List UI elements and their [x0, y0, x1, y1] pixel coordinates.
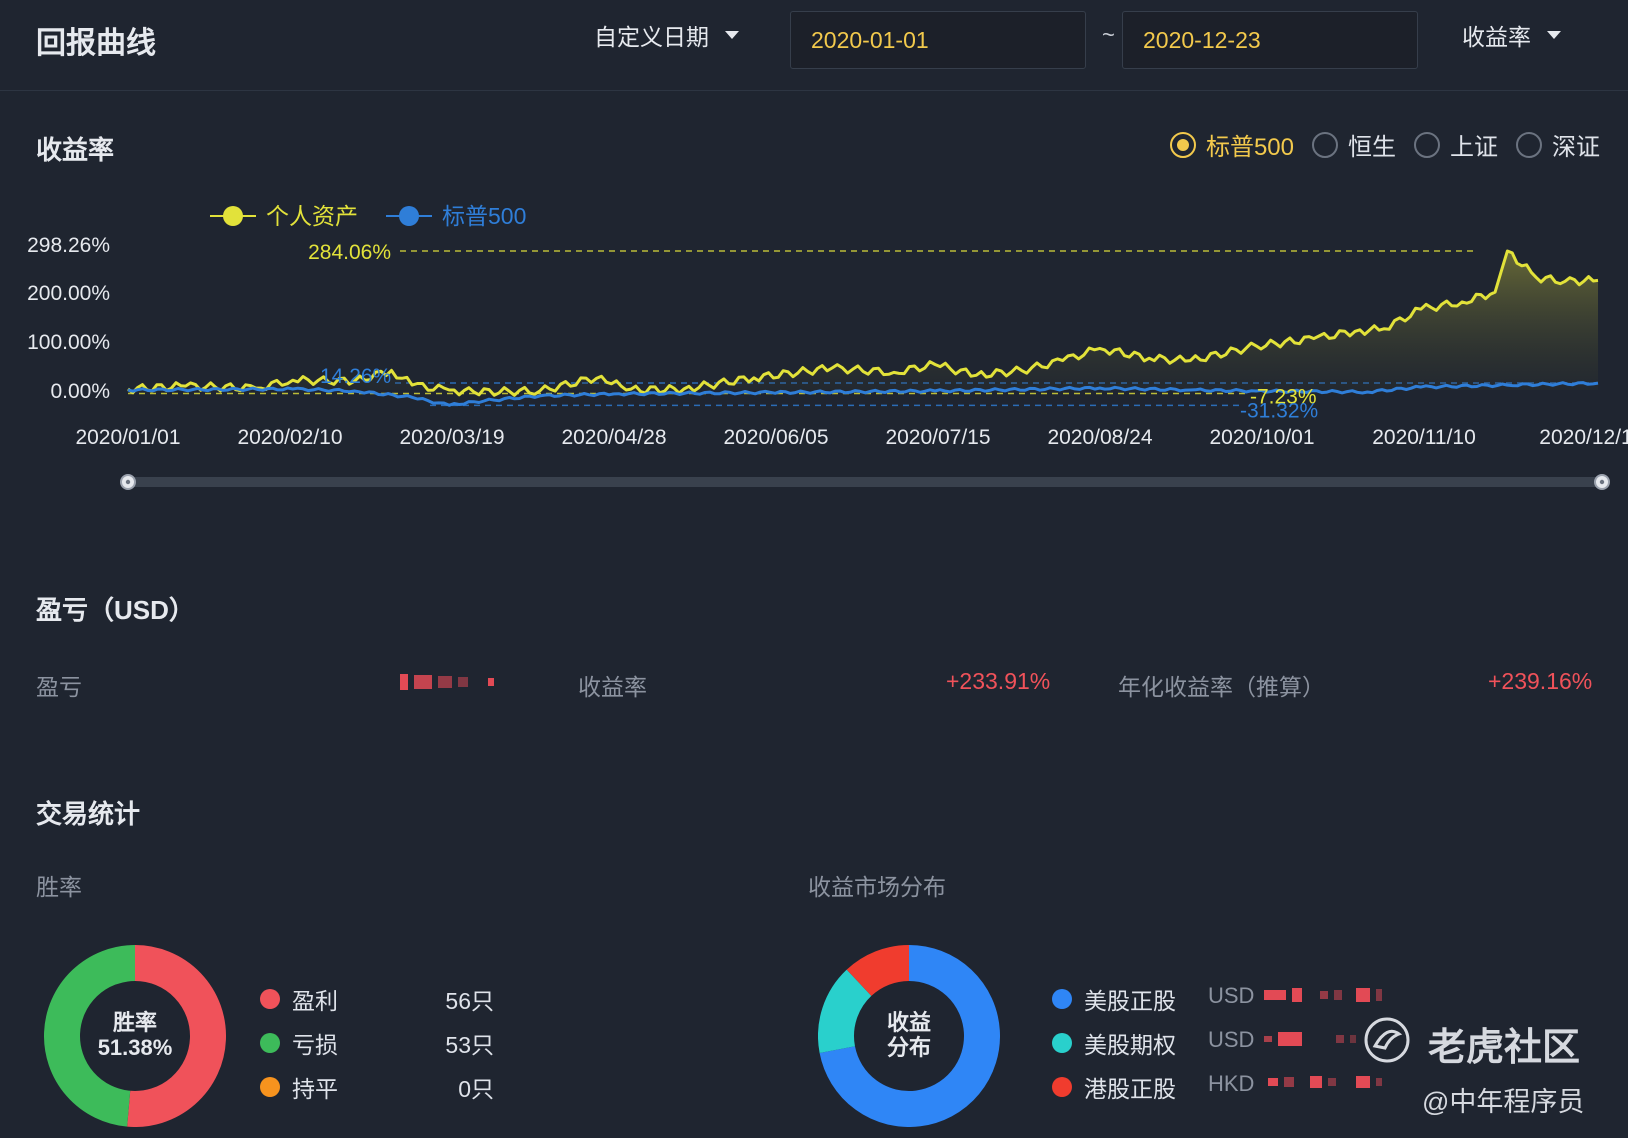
market-center: 收益 分布 [854, 1010, 964, 1060]
legend-label: 亏损 [292, 1032, 338, 1058]
top-bar: 回报曲线 自定义日期 ~ 收益率 [0, 0, 1628, 91]
loss-dot-icon [260, 1033, 280, 1053]
us-stock-currency: USD [1208, 983, 1255, 1008]
chevron-down-icon [725, 31, 739, 39]
annualized-return-label: 年化收益率（推算） [1118, 674, 1325, 700]
radio-label: 深证 [1552, 134, 1600, 161]
range-slider[interactable] [120, 474, 1610, 490]
benchmark-radio-group: 标普500 恒生 上证 深证 [1169, 127, 1600, 162]
legend-label: 个人资产 [266, 203, 358, 229]
page-title: 回报曲线 [36, 27, 156, 60]
x-tick-label: 2020/10/01 [1209, 426, 1314, 449]
x-tick-label: 2020/04/28 [561, 426, 666, 449]
x-tick-label: 2020/12/1 [1539, 426, 1628, 449]
y-tick-label: 100.00% [27, 331, 110, 354]
hk-stock-dot-icon [1052, 1077, 1072, 1097]
watermark-author: @中年程序员 [1422, 1087, 1585, 1117]
radio-icon [1414, 131, 1440, 158]
trade-stats-title: 交易统计 [36, 799, 141, 829]
slider-track [128, 477, 1602, 487]
win-rate-subtitle: 胜率 [36, 874, 82, 900]
end-date-input[interactable] [1122, 11, 1418, 69]
x-tick-label: 2020/01/01 [75, 426, 180, 449]
legend-label: 持平 [292, 1076, 338, 1102]
legend-profit: 盈利 [260, 982, 338, 1016]
radio-label: 标普500 [1205, 134, 1294, 161]
us-stock-dot-icon [1052, 989, 1072, 1009]
slider-handle-center [1599, 479, 1605, 485]
x-tick-label: 2020/02/10 [237, 426, 342, 449]
date-mode-label: 自定义日期 [594, 24, 709, 50]
legend-loss: 亏损 [260, 1026, 338, 1060]
y-tick-label: 200.00% [27, 282, 110, 305]
legend-flat: 持平 [260, 1070, 338, 1104]
pnl-value-masked [400, 674, 494, 690]
x-tick-label: 2020/06/05 [723, 426, 828, 449]
radio-icon [1169, 131, 1196, 158]
return-value: +233.91% [946, 668, 1051, 694]
chevron-down-icon [1547, 31, 1561, 39]
metric-label: 收益率 [1462, 24, 1531, 50]
annotation-label: 284.06% [308, 241, 391, 264]
legend-label: 盈利 [292, 988, 338, 1014]
legend-hk-stock: 港股正股 [1052, 1070, 1176, 1104]
watermark-brand: 老虎社区 [1428, 1027, 1581, 1069]
x-tick-label: 2020/03/19 [399, 426, 504, 449]
start-date-input[interactable] [790, 11, 1086, 69]
profit-count: 56只 [445, 988, 494, 1014]
radio-label: 上证 [1450, 134, 1498, 161]
us-option-amount-masked [1264, 1032, 1356, 1046]
range-separator: ~ [1102, 22, 1115, 47]
y-tick-label: 0.00% [50, 380, 110, 403]
market-center-line2: 分布 [886, 1035, 931, 1060]
hk-stock-currency: HKD [1208, 1071, 1255, 1096]
radio-icon [1516, 131, 1542, 158]
hk-stock-amount-masked [1268, 1076, 1382, 1088]
win-center-value: 51.38% [97, 1035, 173, 1060]
annotation-label: -31.32% [1240, 399, 1318, 422]
profit-dot-icon [260, 989, 280, 1009]
tiger-logo-icon [1364, 1017, 1410, 1063]
annualized-return-value: +239.16% [1488, 668, 1593, 694]
x-tick-label: 2020/11/10 [1372, 426, 1476, 449]
benchmark-radio-shenzhen[interactable]: 深证 [1516, 127, 1600, 162]
x-tick-label: 2020/08/24 [1047, 426, 1152, 449]
x-tick-label: 2020/07/15 [885, 426, 990, 449]
market-distribution-subtitle: 收益市场分布 [808, 874, 946, 900]
legend-marker [223, 206, 243, 226]
legend-label: 美股期权 [1084, 1032, 1176, 1058]
benchmark-radio-shanghai[interactable]: 上证 [1414, 127, 1498, 162]
flat-dot-icon [260, 1077, 280, 1097]
loss-count: 53只 [445, 1032, 494, 1058]
us-option-currency: USD [1208, 1027, 1255, 1052]
win-center-label: 胜率 [112, 1010, 157, 1035]
flat-count: 0只 [458, 1076, 494, 1102]
pnl-label: 盈亏 [36, 674, 82, 700]
legend-marker [399, 206, 419, 226]
hk-stock-slice [846, 945, 910, 997]
win-rate-center: 胜率 51.38% [80, 1010, 190, 1060]
date-mode-dropdown[interactable]: 自定义日期 [594, 18, 739, 52]
legend-us-option: 美股期权 [1052, 1026, 1176, 1060]
return-label: 收益率 [578, 674, 647, 700]
returns-line-chart: 个人资产 标普500 298.26% 200.00% 100.00% 0.00% 284… [27, 203, 1628, 490]
legend-us-stock: 美股正股 [1052, 982, 1176, 1016]
us-option-dot-icon [1052, 1033, 1072, 1053]
metric-dropdown[interactable]: 收益率 [1462, 18, 1561, 52]
us-stock-amount-masked [1264, 988, 1382, 1002]
legend-label: 美股正股 [1084, 988, 1176, 1014]
returns-section-title: 收益率 [36, 135, 115, 165]
legend-label: 港股正股 [1084, 1076, 1176, 1102]
radio-icon [1312, 131, 1338, 158]
pnl-section-title: 盈亏（USD） [36, 595, 195, 625]
radio-label: 恒生 [1348, 134, 1396, 161]
annotation-label: 14.26% [320, 365, 391, 388]
y-tick-label: 298.26% [27, 234, 110, 257]
slider-handle-center [125, 479, 131, 485]
market-center-line1: 收益 [886, 1010, 931, 1035]
legend-label: 标普500 [442, 203, 526, 229]
chart-legend: 个人资产 标普500 [210, 203, 526, 229]
benchmark-radio-hangseng[interactable]: 恒生 [1312, 127, 1396, 162]
benchmark-radio-sp500[interactable]: 标普500 [1169, 127, 1294, 162]
